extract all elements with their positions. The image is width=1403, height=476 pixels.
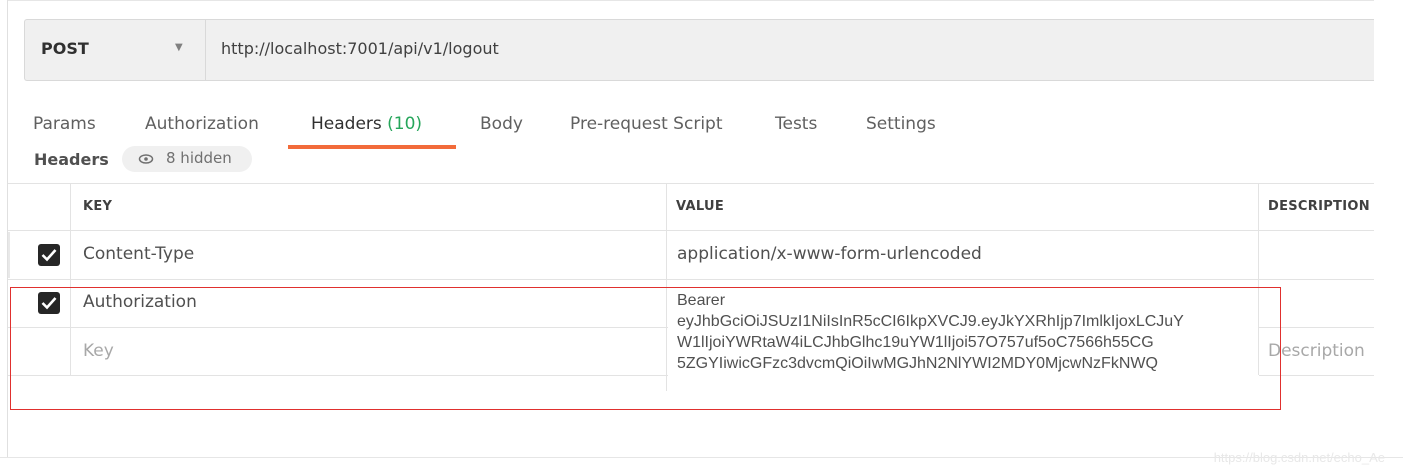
table-row-border xyxy=(8,279,1374,280)
header-value-cell[interactable]: application/x-www-form-urlencoded xyxy=(677,244,982,264)
row-enabled-checkbox[interactable] xyxy=(38,244,60,266)
column-header-key: KEY xyxy=(83,199,113,214)
tab-body[interactable]: Body xyxy=(480,114,523,134)
request-url-bar: POST ▼ http://localhost:7001/api/v1/logo… xyxy=(24,19,1374,81)
hidden-headers-toggle[interactable]: 8 hidden xyxy=(122,146,252,172)
table-top-border xyxy=(8,183,1374,184)
annotation-highlight-box xyxy=(10,287,1281,410)
headers-section-title: Headers xyxy=(34,150,109,169)
bottom-edge xyxy=(0,457,1403,458)
column-header-value: VALUE xyxy=(676,199,724,214)
tab-params[interactable]: Params xyxy=(33,114,96,134)
watermark: https://blog.csdn.net/echo_Ae xyxy=(1213,450,1385,465)
row-hover-indicator xyxy=(8,232,10,278)
check-icon xyxy=(41,249,57,262)
tab-pre-request-script[interactable]: Pre-request Script xyxy=(570,114,723,134)
method-dropdown[interactable]: POST ▼ xyxy=(25,20,206,80)
tab-headers-count: (10) xyxy=(387,114,423,134)
tab-tests[interactable]: Tests xyxy=(775,114,817,134)
header-key-cell[interactable]: Content-Type xyxy=(83,244,194,264)
left-edge xyxy=(7,0,8,458)
eye-icon xyxy=(138,154,154,164)
column-header-description: DESCRIPTION xyxy=(1268,199,1370,214)
tab-settings[interactable]: Settings xyxy=(866,114,936,134)
hidden-headers-count: 8 hidden xyxy=(166,149,232,167)
url-input[interactable]: http://localhost:7001/api/v1/logout xyxy=(221,39,499,58)
tab-authorization[interactable]: Authorization xyxy=(145,114,259,134)
method-label: POST xyxy=(41,39,89,58)
tab-headers[interactable]: Headers (10) xyxy=(311,114,422,134)
new-description-input[interactable]: Description xyxy=(1268,341,1365,361)
tab-headers-label: Headers xyxy=(311,114,382,134)
top-border xyxy=(8,0,1374,1)
active-tab-indicator xyxy=(288,145,456,149)
table-header-border xyxy=(8,230,1374,231)
postman-request-panel: POST ▼ http://localhost:7001/api/v1/logo… xyxy=(0,0,1403,476)
chevron-down-icon: ▼ xyxy=(175,42,183,53)
